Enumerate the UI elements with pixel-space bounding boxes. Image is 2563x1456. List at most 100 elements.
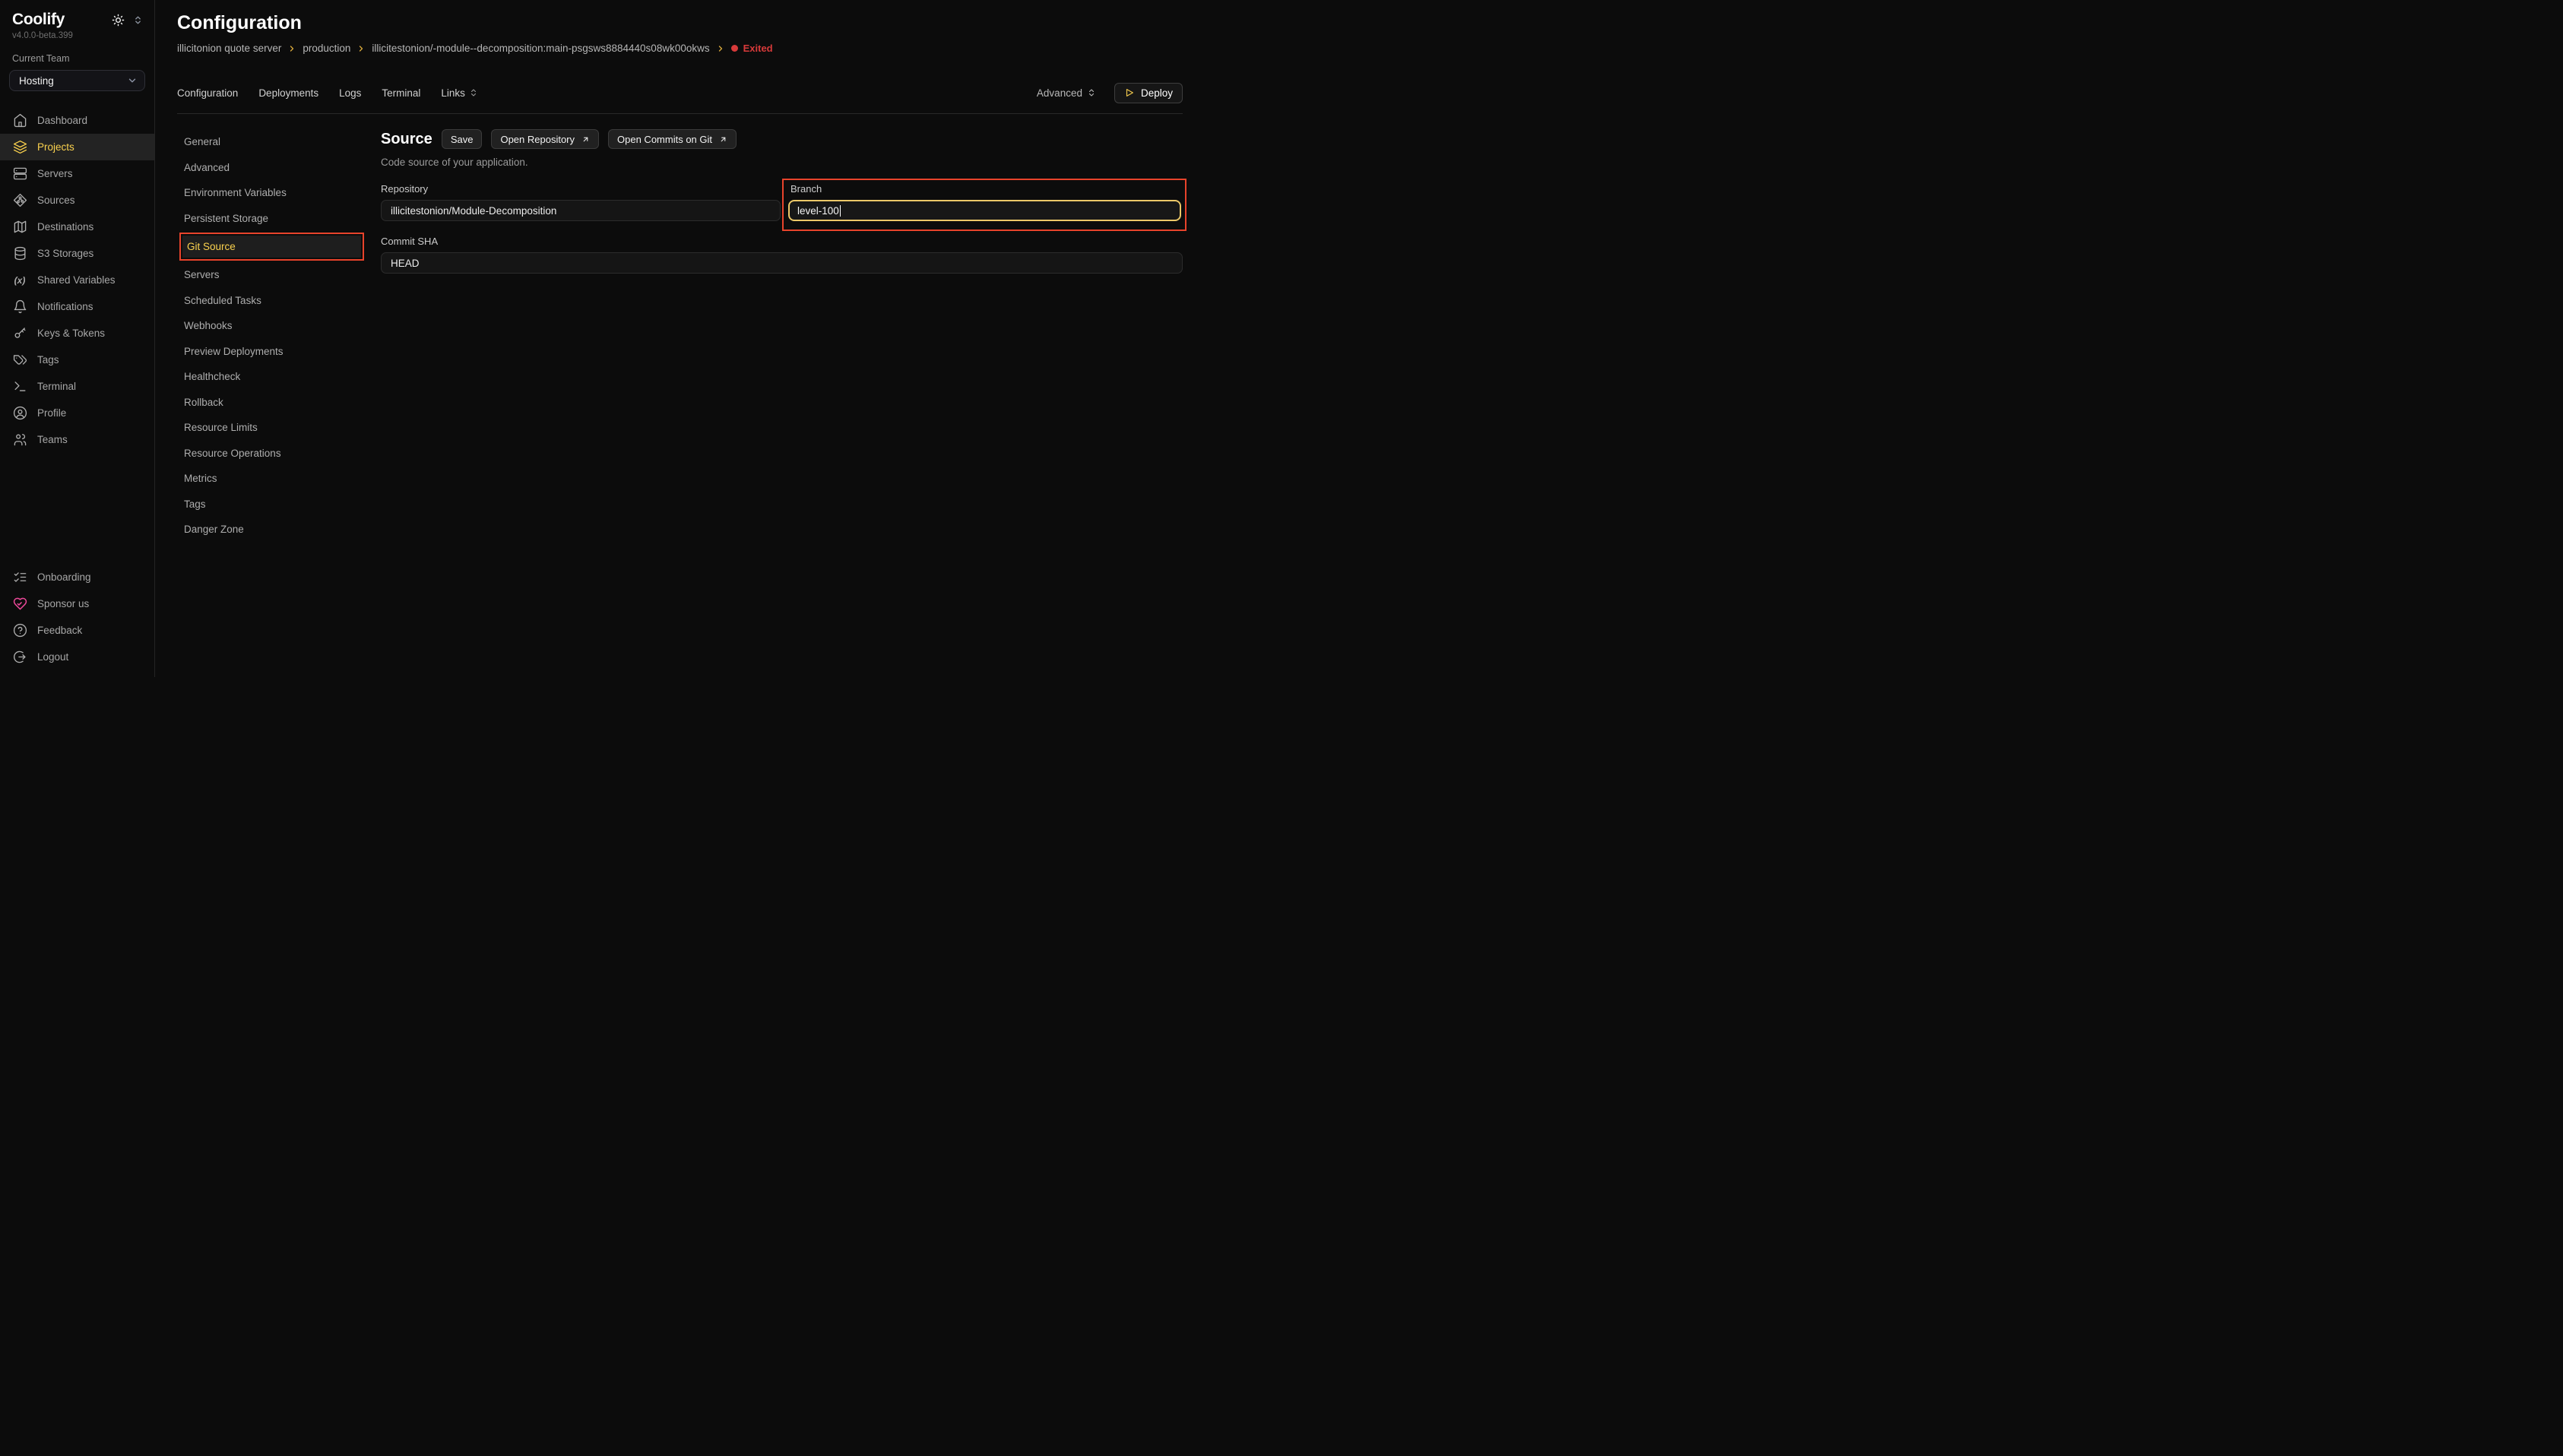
breadcrumb-environment[interactable]: production <box>303 43 350 54</box>
layers-icon <box>12 140 27 155</box>
subnav-item-resource-operations[interactable]: Resource Operations <box>177 441 381 467</box>
key-icon <box>12 326 27 341</box>
sidebar-nav: Dashboard Projects Servers Sources Desti… <box>0 107 154 453</box>
logout-icon <box>12 650 27 665</box>
tab-configuration[interactable]: Configuration <box>177 87 238 99</box>
chevron-up-down-icon <box>469 88 478 97</box>
sidebar-item-logout[interactable]: Logout <box>0 644 154 670</box>
tab-links[interactable]: Links <box>441 87 478 99</box>
server-icon <box>12 166 27 182</box>
sidebar-item-s3-storages[interactable]: S3 Storages <box>0 240 154 267</box>
sidebar-item-feedback[interactable]: Feedback <box>0 617 154 644</box>
sidebar-item-shared-variables[interactable]: (x) Shared Variables <box>0 267 154 293</box>
source-title: Source <box>381 131 432 148</box>
theme-sun-icon[interactable] <box>112 14 125 27</box>
subnav-item-webhooks[interactable]: Webhooks <box>177 313 381 339</box>
chevron-right-icon <box>356 44 366 53</box>
sidebar-item-servers[interactable]: Servers <box>0 160 154 187</box>
subnav-item-advanced[interactable]: Advanced <box>177 155 381 181</box>
chevron-right-icon <box>287 44 296 53</box>
tab-terminal[interactable]: Terminal <box>382 87 420 99</box>
subnav-item-tags[interactable]: Tags <box>177 492 381 518</box>
arrow-up-right-icon <box>719 135 727 144</box>
source-subtitle: Code source of your application. <box>381 157 1183 168</box>
sidebar-item-keys-tokens[interactable]: Keys & Tokens <box>0 320 154 347</box>
play-icon <box>1124 87 1135 98</box>
app-version: v4.0.0-beta.399 <box>0 31 154 40</box>
chevron-up-down-icon <box>1087 88 1096 97</box>
subnav-item-healthcheck[interactable]: Healthcheck <box>177 364 381 390</box>
sidebar-item-projects[interactable]: Projects <box>0 134 154 160</box>
configuration-content: General Advanced Environment Variables P… <box>155 114 1192 677</box>
heart-icon <box>12 597 27 612</box>
repository-input[interactable] <box>381 200 781 221</box>
bell-icon <box>12 299 27 315</box>
main-area: Configuration illicitonion quote server … <box>155 0 1192 677</box>
map-icon <box>12 220 27 235</box>
status-dot-icon <box>731 45 738 52</box>
tab-deployments[interactable]: Deployments <box>258 87 318 99</box>
deploy-button[interactable]: Deploy <box>1114 83 1183 103</box>
team-select-value: Hosting <box>19 75 54 87</box>
sidebar-item-notifications[interactable]: Notifications <box>0 293 154 320</box>
chevron-up-down-icon[interactable] <box>133 15 143 25</box>
chevron-right-icon <box>716 44 725 53</box>
commit-sha-label: Commit SHA <box>381 236 1183 247</box>
commit-sha-field: Commit SHA <box>381 236 1183 274</box>
config-subnav: General Advanced Environment Variables P… <box>177 129 381 677</box>
sidebar: Coolify v4.0.0-beta.399 Current Team Hos… <box>0 0 155 677</box>
sidebar-item-teams[interactable]: Teams <box>0 426 154 453</box>
open-commits-button[interactable]: Open Commits on Git <box>608 129 737 149</box>
app-root: Coolify v4.0.0-beta.399 Current Team Hos… <box>0 0 1192 677</box>
sidebar-item-sponsor-us[interactable]: Sponsor us <box>0 590 154 617</box>
sidebar-item-destinations[interactable]: Destinations <box>0 214 154 240</box>
subnav-item-danger-zone[interactable]: Danger Zone <box>177 517 381 543</box>
sidebar-item-sources[interactable]: Sources <box>0 187 154 214</box>
subnav-item-scheduled-tasks[interactable]: Scheduled Tasks <box>177 288 381 314</box>
page-header: Configuration illicitonion quote server … <box>155 0 1192 54</box>
repository-label: Repository <box>381 183 781 195</box>
users-icon <box>12 432 27 448</box>
subnav-item-rollback[interactable]: Rollback <box>177 390 381 416</box>
current-team-label: Current Team <box>0 53 154 64</box>
sidebar-item-profile[interactable]: Profile <box>0 400 154 426</box>
source-panel-header: Source Save Open Repository Open Commits… <box>381 129 1183 149</box>
text-cursor <box>840 205 841 217</box>
breadcrumb-project[interactable]: illicitonion quote server <box>177 43 281 54</box>
repository-field: Repository <box>381 183 781 221</box>
branch-input[interactable]: level-100 <box>788 200 1181 221</box>
repo-branch-row: Repository Branch level-100 <box>381 179 1183 231</box>
database-icon <box>12 246 27 261</box>
tab-logs[interactable]: Logs <box>339 87 361 99</box>
subnav-item-persistent-storage[interactable]: Persistent Storage <box>177 206 381 232</box>
branch-label: Branch <box>790 183 1181 195</box>
app-logo[interactable]: Coolify <box>12 11 65 29</box>
tab-bar: Configuration Deployments Logs Terminal … <box>177 72 1183 114</box>
subnav-item-resource-limits[interactable]: Resource Limits <box>177 415 381 441</box>
subnav-item-servers[interactable]: Servers <box>177 262 381 288</box>
arrow-up-right-icon <box>581 135 590 144</box>
breadcrumb-application[interactable]: illicitestonion/-module--decomposition:m… <box>372 43 709 54</box>
subnav-item-preview-deployments[interactable]: Preview Deployments <box>177 339 381 365</box>
tags-icon <box>12 353 27 368</box>
git-source-icon <box>12 193 27 208</box>
commit-sha-input[interactable] <box>381 252 1183 274</box>
subnav-item-metrics[interactable]: Metrics <box>177 466 381 492</box>
sidebar-item-terminal[interactable]: Terminal <box>0 373 154 400</box>
annotation-box-branch: Branch level-100 <box>782 179 1186 231</box>
subnav-item-git-source[interactable]: Git Source <box>182 236 361 258</box>
subnav-item-general[interactable]: General <box>177 129 381 155</box>
source-panel: Source Save Open Repository Open Commits… <box>381 129 1183 677</box>
open-repository-button[interactable]: Open Repository <box>491 129 599 149</box>
tabs: Configuration Deployments Logs Terminal … <box>177 87 478 99</box>
branch-value: level-100 <box>797 205 839 217</box>
advanced-menu[interactable]: Advanced <box>1037 87 1096 99</box>
sidebar-item-tags[interactable]: Tags <box>0 347 154 373</box>
sidebar-item-onboarding[interactable]: Onboarding <box>0 564 154 590</box>
sidebar-item-dashboard[interactable]: Dashboard <box>0 107 154 134</box>
save-button[interactable]: Save <box>442 129 483 149</box>
subnav-item-environment-variables[interactable]: Environment Variables <box>177 180 381 206</box>
team-select[interactable]: Hosting <box>9 70 145 91</box>
logo-row: Coolify <box>0 11 154 29</box>
terminal-icon <box>12 379 27 394</box>
